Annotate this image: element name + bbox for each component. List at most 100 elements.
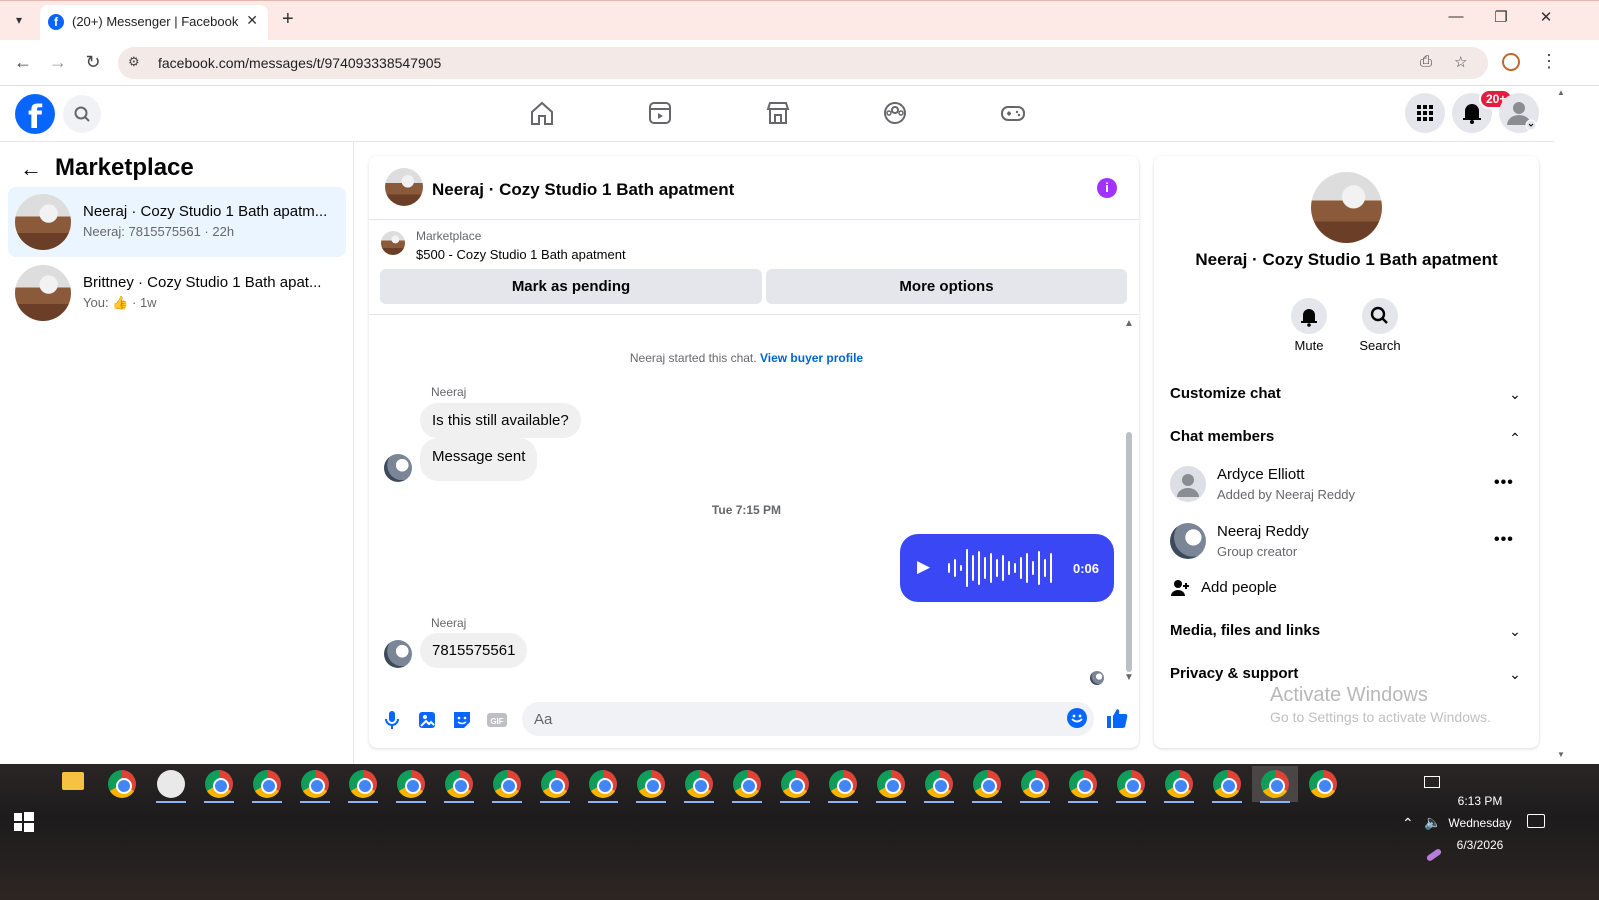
voice-message[interactable]: ▶ 0:06 (900, 534, 1114, 602)
browser-menu-icon[interactable]: ⋮ (1540, 51, 1558, 72)
clock-time[interactable]: 6:13 PM (1440, 794, 1520, 808)
marketplace-nav-icon[interactable] (763, 98, 793, 128)
scroll-down-icon[interactable]: ▼ (1124, 672, 1134, 683)
menu-grid-button[interactable] (1405, 93, 1445, 133)
mark-as-pending-button[interactable]: Mark as pending (380, 269, 762, 304)
chat-members-section[interactable]: Chat members (1170, 428, 1274, 445)
windows-start-icon[interactable] (14, 812, 34, 832)
media-files-links-section[interactable]: Media, files and links (1170, 622, 1320, 639)
back-icon[interactable]: ← (11, 52, 35, 73)
chevron-down-icon[interactable]: ⌄ (1506, 386, 1524, 403)
chrome-icon[interactable] (493, 770, 521, 798)
listing-title[interactable]: $500 - Cozy Studio 1 Bath apatment (416, 247, 626, 262)
member-avatar[interactable] (1170, 466, 1206, 502)
chrome-icon[interactable] (637, 770, 665, 798)
task-view-icon[interactable] (1424, 776, 1440, 788)
chrome-icon[interactable] (1165, 770, 1193, 798)
customize-chat-section[interactable]: Customize chat (1170, 385, 1281, 402)
chat-scrollbar[interactable] (1126, 432, 1132, 672)
url-text[interactable]: facebook.com/messages/t/974093338547905 (158, 55, 441, 71)
chrome-icon[interactable] (301, 770, 329, 798)
video-nav-icon[interactable] (645, 98, 675, 128)
home-nav-icon[interactable] (527, 98, 557, 128)
restore-icon[interactable]: ❐ (1486, 8, 1516, 26)
chrome-icon[interactable] (973, 770, 1001, 798)
chrome-icon[interactable] (1213, 770, 1241, 798)
chrome-icon[interactable] (397, 770, 425, 798)
close-window-icon[interactable]: ✕ (1531, 8, 1561, 26)
chrome-icon[interactable] (781, 770, 809, 798)
reload-icon[interactable]: ↻ (81, 52, 105, 73)
emoji-icon[interactable] (1067, 708, 1087, 728)
scroll-up-icon[interactable]: ▲ (1124, 318, 1134, 329)
page-scroll-down-icon[interactable]: ▼ (1557, 750, 1565, 759)
chrome-icon[interactable] (589, 770, 617, 798)
facebook-search-button[interactable] (63, 95, 101, 133)
more-options-icon[interactable]: ••• (1494, 531, 1514, 549)
back-arrow-icon[interactable]: ← (20, 156, 42, 182)
add-people-button[interactable]: Add people (1201, 579, 1277, 596)
member-name[interactable]: Ardyce Elliott (1217, 466, 1305, 483)
chevron-down-icon[interactable]: ⌄ (1506, 666, 1524, 683)
more-options-icon[interactable]: ••• (1494, 474, 1514, 492)
message-bubble[interactable]: 7815575561 (420, 633, 528, 668)
clock-day[interactable]: Wednesday (1440, 816, 1520, 830)
conversation-item[interactable]: Brittney · Cozy Studio 1 Bath apat... Yo… (8, 258, 346, 328)
more-options-button[interactable]: More options (766, 269, 1127, 304)
gaming-nav-icon[interactable] (998, 98, 1028, 128)
gif-icon[interactable]: GIF (486, 709, 508, 731)
forward-icon[interactable]: → (46, 52, 70, 73)
details-avatar[interactable] (1311, 172, 1382, 243)
account-button[interactable] (1499, 93, 1539, 133)
member-name[interactable]: Neeraj Reddy (1217, 523, 1309, 540)
close-tab-icon[interactable]: ✕ (246, 12, 258, 29)
chrome-icon[interactable] (253, 770, 281, 798)
sticker-icon[interactable] (451, 709, 473, 731)
chevron-up-icon[interactable]: ⌃ (1506, 430, 1524, 447)
photo-icon[interactable] (416, 709, 438, 731)
sender-avatar[interactable] (384, 454, 412, 482)
facebook-logo-icon[interactable]: f (15, 94, 55, 134)
chrome-icon[interactable] (1261, 770, 1289, 798)
profile-icon[interactable] (1502, 53, 1520, 71)
message-bubble[interactable]: Message sent (420, 438, 538, 481)
sender-avatar[interactable] (384, 640, 412, 668)
paint-icon[interactable] (157, 770, 185, 798)
browser-tab[interactable]: f (20+) Messenger | Facebook ✕ (40, 5, 268, 40)
info-icon[interactable]: i (1097, 178, 1117, 198)
chrome-icon[interactable] (205, 770, 233, 798)
tab-search-dropdown-icon[interactable]: ▾ (8, 9, 30, 31)
omnibox[interactable]: ⚙ facebook.com/messages/t/97409333854790… (118, 47, 1488, 79)
member-avatar[interactable] (1170, 523, 1206, 559)
chrome-icon[interactable] (1021, 770, 1049, 798)
notification-center-icon[interactable] (1527, 814, 1545, 828)
microphone-icon[interactable] (381, 709, 403, 731)
bookmark-star-icon[interactable]: ☆ (1454, 53, 1467, 71)
chrome-icon[interactable] (733, 770, 761, 798)
chrome-icon[interactable] (685, 770, 713, 798)
volume-icon[interactable]: 🔈 (1424, 814, 1441, 831)
page-scrollbar[interactable] (1554, 86, 1567, 764)
privacy-support-section[interactable]: Privacy & support (1170, 665, 1298, 682)
conversation-item[interactable]: Neeraj · Cozy Studio 1 Bath apatm... Nee… (8, 187, 346, 257)
chevron-down-icon[interactable]: ⌄ (1506, 623, 1524, 640)
chrome-icon[interactable] (1309, 770, 1337, 798)
chrome-icon[interactable] (925, 770, 953, 798)
add-people-icon[interactable] (1170, 578, 1190, 603)
new-tab-icon[interactable]: + (282, 8, 294, 31)
file-explorer-icon[interactable] (62, 772, 84, 790)
message-input[interactable]: Aa (522, 702, 1094, 736)
play-icon[interactable]: ▶ (917, 557, 930, 577)
install-app-icon[interactable]: ⎙ (1420, 53, 1432, 70)
minimize-icon[interactable]: — (1441, 8, 1471, 25)
chrome-icon[interactable] (541, 770, 569, 798)
groups-nav-icon[interactable] (880, 98, 910, 128)
chrome-icon[interactable] (108, 770, 136, 798)
listing-thumbnail[interactable] (381, 231, 405, 255)
chrome-icon[interactable] (1117, 770, 1145, 798)
like-thumbs-up-icon[interactable] (1105, 706, 1129, 735)
clock-date[interactable]: 6/3/2026 (1440, 838, 1520, 852)
chrome-icon[interactable] (349, 770, 377, 798)
message-bubble[interactable]: Is this still available? (420, 403, 581, 438)
page-scroll-up-icon[interactable]: ▲ (1557, 88, 1565, 97)
